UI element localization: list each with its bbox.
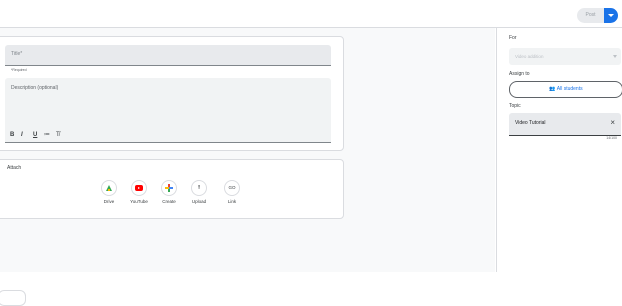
title-placeholder: Title* <box>11 51 23 57</box>
for-label: For <box>509 35 517 41</box>
assign-to-label: Assign to <box>509 71 530 77</box>
corner-widget[interactable] <box>0 290 26 306</box>
bold-button[interactable]: B <box>10 132 14 138</box>
bulleted-list-button[interactable]: ≔ <box>44 131 50 138</box>
all-students-label: All students <box>556 86 583 92</box>
link-icon: GO <box>228 185 236 190</box>
drive-icon <box>106 185 112 191</box>
youtube-icon <box>135 185 143 191</box>
description-placeholder: Description (optional) <box>11 85 59 91</box>
required-note: *Required <box>11 68 27 72</box>
attach-label: Attach <box>7 165 22 171</box>
people-icon: 👥 <box>549 86 556 92</box>
attach-link-button[interactable]: GO Link <box>217 180 247 204</box>
topic-input[interactable]: Video Tutorial × <box>509 113 621 136</box>
attach-drive-button[interactable]: Drive <box>94 180 124 204</box>
all-students-button[interactable]: 👥 All students <box>509 81 622 98</box>
top-bar: Post <box>0 0 622 28</box>
main-content: Title* *Required Description (optional) … <box>0 28 495 306</box>
title-input[interactable]: Title* <box>5 45 331 66</box>
upload-icon: ⭱ <box>197 185 201 191</box>
post-button[interactable]: Post <box>577 8 604 23</box>
post-options-dropdown[interactable] <box>604 8 618 23</box>
attach-upload-label: Upload <box>191 199 207 204</box>
attach-card: Attach Drive YouTube Create ⭱ Upload GO … <box>0 159 344 219</box>
close-icon[interactable]: × <box>610 118 615 128</box>
attach-youtube-button[interactable]: YouTube <box>124 180 154 204</box>
details-card: Title* *Required Description (optional) … <box>0 36 344 151</box>
create-plus-icon <box>165 184 173 192</box>
attach-upload-button[interactable]: ⭱ Upload <box>184 180 214 204</box>
attach-youtube-label: YouTube <box>130 199 148 204</box>
class-select-value: Video addition <box>515 54 544 59</box>
underline-button[interactable]: U <box>33 132 37 138</box>
italic-button[interactable]: I <box>21 132 23 138</box>
attach-link-label: Link <box>227 199 237 204</box>
clear-formatting-button[interactable]: T̸ <box>56 132 60 138</box>
chevron-down-icon <box>613 55 617 58</box>
attach-create-button[interactable]: Create <box>154 180 184 204</box>
topic-label: Topic <box>509 103 521 109</box>
topic-char-counter: 14/100 <box>606 136 617 140</box>
class-select[interactable]: Video addition <box>509 48 621 65</box>
attach-create-label: Create <box>162 199 176 204</box>
settings-sidebar: For Video addition Assign to 👥 All stude… <box>496 28 622 272</box>
attach-drive-label: Drive <box>103 199 115 204</box>
description-input[interactable]: Description (optional) B I U ≔ T̸ <box>5 78 331 143</box>
topic-value: Video Tutorial <box>515 120 546 126</box>
